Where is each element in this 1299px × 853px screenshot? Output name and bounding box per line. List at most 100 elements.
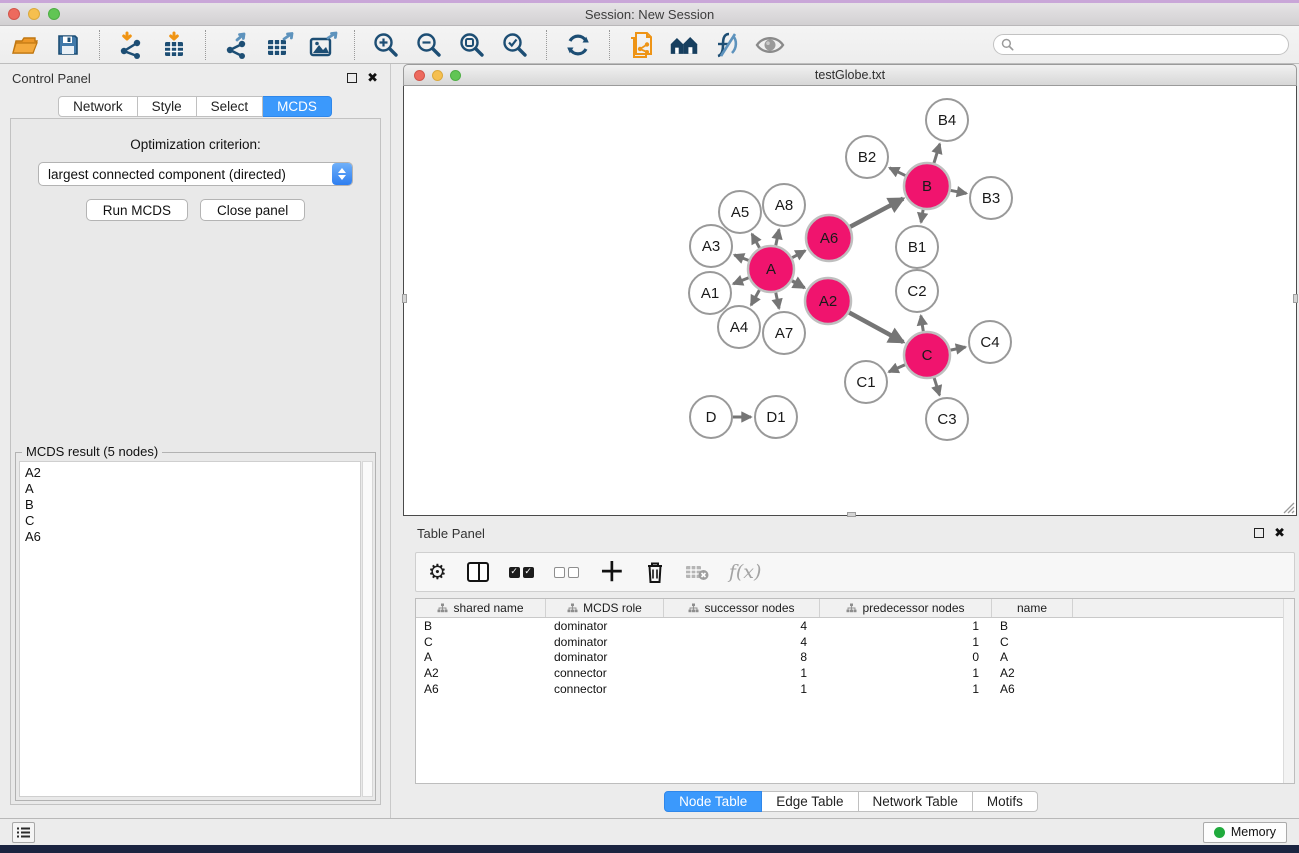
- delete-columns-icon[interactable]: [645, 557, 665, 587]
- frame-resize-handle-right[interactable]: [1293, 294, 1298, 303]
- graph-node-A8[interactable]: A8: [763, 184, 805, 226]
- edge-A-A8[interactable]: [776, 229, 779, 245]
- add-column-icon[interactable]: ＋: [599, 557, 625, 587]
- float-table-panel-icon[interactable]: [1254, 528, 1264, 538]
- unselect-all-columns-icon[interactable]: [554, 557, 579, 587]
- graph-node-C4[interactable]: C4: [969, 321, 1011, 363]
- graph-node-C1[interactable]: C1: [845, 361, 887, 403]
- tab-network-table[interactable]: Network Table: [859, 791, 973, 812]
- search-box[interactable]: [993, 34, 1289, 55]
- close-panel-button[interactable]: Close panel: [200, 199, 305, 221]
- edge-B-B4[interactable]: [934, 144, 940, 163]
- resize-grip-icon[interactable]: [1281, 500, 1295, 514]
- edge-C-C2[interactable]: [921, 316, 923, 332]
- edge-A-A2[interactable]: [792, 281, 805, 288]
- table-row[interactable]: Adominator80A: [416, 650, 1294, 666]
- graph-node-D1[interactable]: D1: [755, 396, 797, 438]
- edge-A-A5[interactable]: [752, 234, 760, 248]
- mcds-result-list[interactable]: A2ABCA6: [19, 461, 361, 797]
- eye-icon[interactable]: [755, 30, 785, 60]
- run-mcds-button[interactable]: Run MCDS: [86, 199, 188, 221]
- graph-node-B1[interactable]: B1: [896, 226, 938, 268]
- graph-node-C[interactable]: C: [904, 332, 950, 378]
- column-header-shared-name[interactable]: shared name: [416, 599, 546, 617]
- tab-motifs[interactable]: Motifs: [973, 791, 1038, 812]
- graph-node-A3[interactable]: A3: [690, 225, 732, 267]
- show-columns-icon[interactable]: [467, 557, 489, 587]
- graph-node-B[interactable]: B: [904, 163, 950, 209]
- edge-B-B2[interactable]: [890, 168, 906, 176]
- graph-node-D[interactable]: D: [690, 396, 732, 438]
- table-row[interactable]: Cdominator41C: [416, 634, 1294, 650]
- memory-button[interactable]: Memory: [1203, 822, 1287, 843]
- table-row[interactable]: A6connector11A6: [416, 681, 1294, 697]
- export-table-icon[interactable]: [265, 30, 295, 60]
- edge-C-C3[interactable]: [934, 378, 939, 395]
- first-neighbors-icon[interactable]: [669, 30, 699, 60]
- task-history-button[interactable]: [12, 822, 35, 843]
- table-scrollbar[interactable]: [1283, 599, 1294, 783]
- save-session-icon[interactable]: [53, 30, 83, 60]
- mcds-result-item[interactable]: A2: [25, 465, 355, 481]
- network-window-titlebar[interactable]: testGlobe.txt: [403, 64, 1297, 86]
- export-image-icon[interactable]: [308, 30, 338, 60]
- column-header-MCDS-role[interactable]: MCDS role: [546, 599, 664, 617]
- graph-node-A5[interactable]: A5: [719, 191, 761, 233]
- export-network-icon[interactable]: [222, 30, 252, 60]
- graph-node-A[interactable]: A: [748, 246, 794, 292]
- zoom-selected-icon[interactable]: [500, 30, 530, 60]
- optimization-criterion-select[interactable]: largest connected component (directed): [38, 162, 353, 186]
- mcds-result-item[interactable]: A6: [25, 529, 355, 545]
- float-panel-icon[interactable]: [347, 73, 357, 83]
- graph-node-B4[interactable]: B4: [926, 99, 968, 141]
- graph-node-A7[interactable]: A7: [763, 312, 805, 354]
- edge-A-A7[interactable]: [776, 293, 779, 309]
- open-session-icon[interactable]: [10, 30, 40, 60]
- mcds-result-item[interactable]: A: [25, 481, 355, 497]
- edge-C-C1[interactable]: [889, 365, 905, 372]
- tab-node-table[interactable]: Node Table: [664, 791, 762, 812]
- table-row[interactable]: Bdominator41B: [416, 618, 1294, 634]
- tab-mcds[interactable]: MCDS: [263, 96, 332, 117]
- search-input[interactable]: [1019, 38, 1281, 52]
- edge-A-A3[interactable]: [734, 255, 748, 260]
- network-graph[interactable]: B4B2BB3A5A8A6A3B1AC2A1A2A4A7C4CC1DD1C3: [404, 86, 1296, 514]
- edge-A2-C[interactable]: [849, 312, 903, 342]
- graph-node-A2[interactable]: A2: [805, 278, 851, 324]
- function-builder-icon[interactable]: f(x): [729, 557, 762, 587]
- edge-C-C4[interactable]: [951, 347, 966, 350]
- edge-B-B3[interactable]: [951, 190, 967, 193]
- mcds-result-item[interactable]: B: [25, 497, 355, 513]
- network-canvas[interactable]: B4B2BB3A5A8A6A3B1AC2A1A2A4A7C4CC1DD1C3: [403, 86, 1297, 516]
- toggle-graphics-details-icon[interactable]: [712, 30, 742, 60]
- graph-node-A1[interactable]: A1: [689, 272, 731, 314]
- frame-resize-handle-left[interactable]: [402, 294, 407, 303]
- import-network-icon[interactable]: [116, 30, 146, 60]
- graph-node-B3[interactable]: B3: [970, 177, 1012, 219]
- edge-A6-B[interactable]: [850, 199, 903, 227]
- frame-resize-handle-bottom[interactable]: [847, 512, 856, 517]
- edge-B-B1[interactable]: [921, 210, 923, 223]
- import-table-icon[interactable]: [159, 30, 189, 60]
- column-header-predecessor-nodes[interactable]: predecessor nodes: [820, 599, 992, 617]
- table-row[interactable]: A2connector11A2: [416, 665, 1294, 681]
- tab-edge-table[interactable]: Edge Table: [762, 791, 858, 812]
- mcds-result-item[interactable]: C: [25, 513, 355, 529]
- select-all-columns-icon[interactable]: [509, 557, 534, 587]
- tab-style[interactable]: Style: [138, 96, 197, 117]
- zoom-out-icon[interactable]: [414, 30, 444, 60]
- close-table-panel-icon[interactable]: ✖: [1274, 528, 1285, 538]
- tab-network[interactable]: Network: [58, 96, 138, 117]
- graph-node-B2[interactable]: B2: [846, 136, 888, 178]
- column-header-name[interactable]: name: [992, 599, 1073, 617]
- edge-A-A6[interactable]: [792, 251, 805, 258]
- result-list-scrollbar[interactable]: [362, 461, 373, 797]
- edge-A-A1[interactable]: [733, 278, 748, 284]
- clear-table-icon[interactable]: [685, 557, 709, 587]
- column-header-successor-nodes[interactable]: successor nodes: [664, 599, 820, 617]
- tab-select[interactable]: Select: [197, 96, 264, 117]
- table-options-gear-icon[interactable]: ⚙: [428, 557, 447, 587]
- zoom-fit-icon[interactable]: [457, 30, 487, 60]
- graph-node-C2[interactable]: C2: [896, 270, 938, 312]
- graph-node-C3[interactable]: C3: [926, 398, 968, 440]
